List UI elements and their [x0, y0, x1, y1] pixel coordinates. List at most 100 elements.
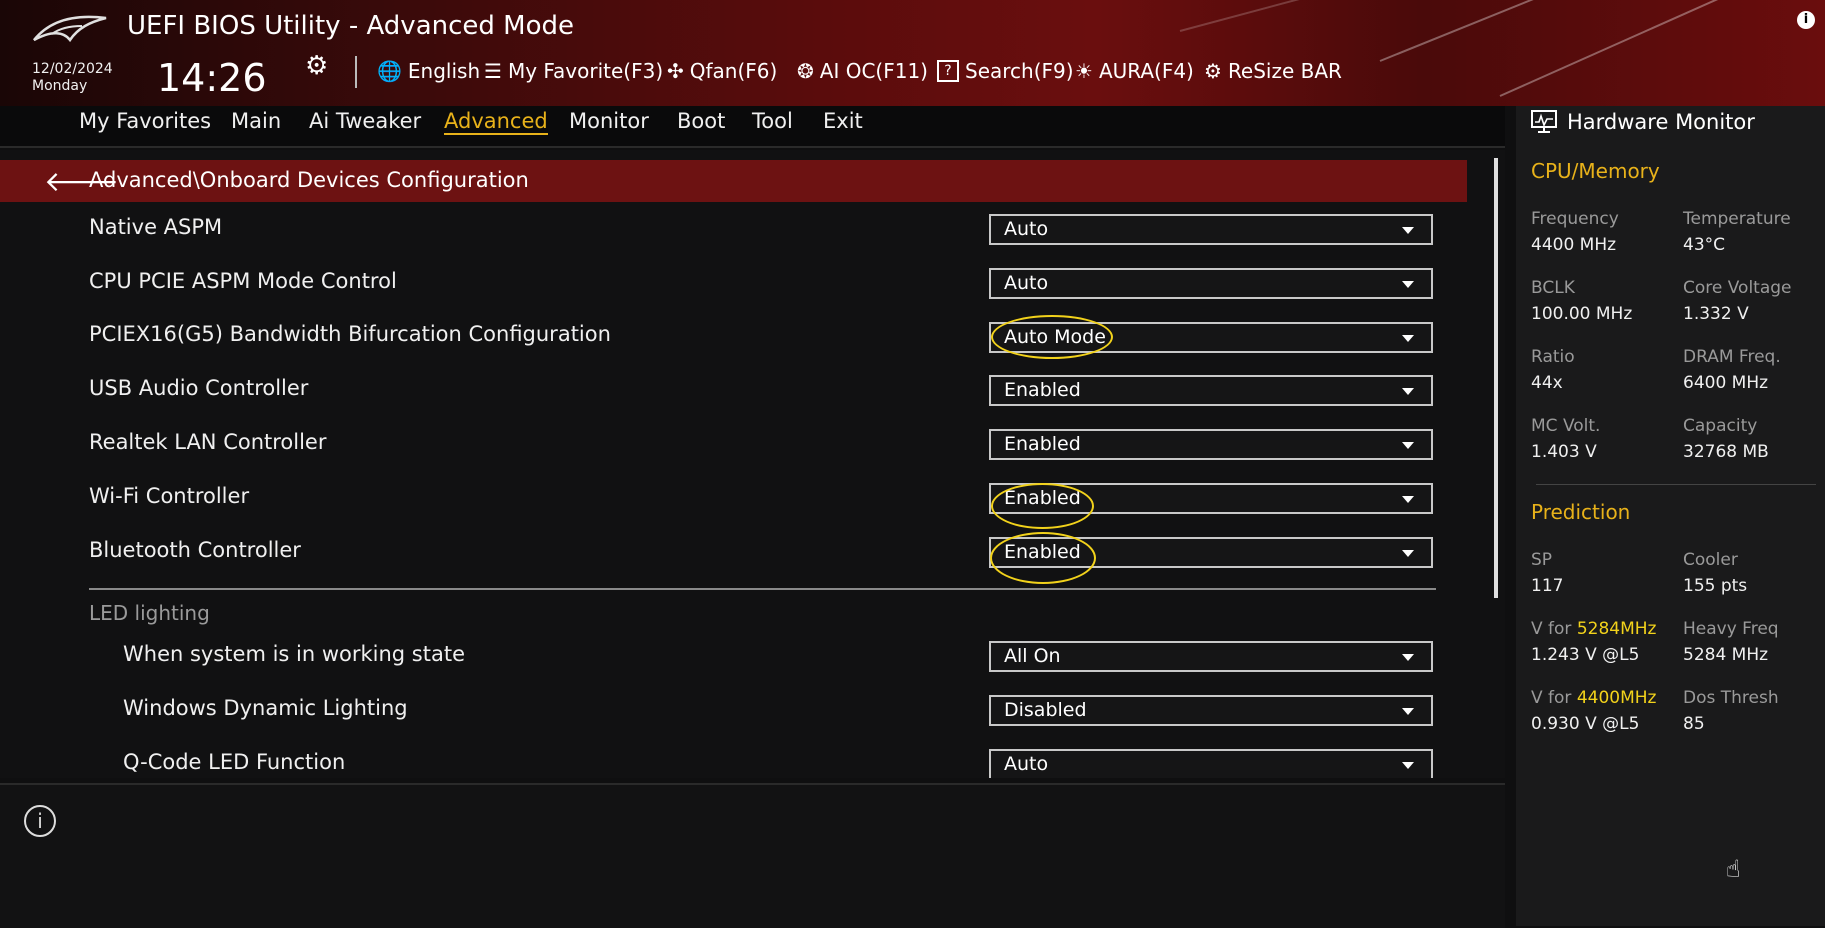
tab-advanced[interactable]: Advanced: [444, 109, 548, 135]
wifi-dropdown[interactable]: Enabled: [989, 483, 1433, 514]
ai-oc-label: AI OC(F11): [819, 59, 928, 83]
language-button[interactable]: 🌐 English: [377, 59, 480, 83]
dram-freq-label: DRAM Freq.: [1683, 347, 1781, 367]
scrollbar[interactable]: [1494, 158, 1498, 598]
setting-label-usb-audio: USB Audio Controller: [89, 376, 309, 400]
ai-oc-button[interactable]: ❂ AI OC(F11): [797, 59, 928, 83]
dropdown-value: Auto: [1004, 272, 1049, 294]
capacity-label: Capacity: [1683, 416, 1758, 436]
capacity-value: 32768 MB: [1683, 442, 1769, 462]
search-label: Search(F9): [965, 59, 1074, 83]
dynamic-lighting-dropdown[interactable]: Disabled: [989, 695, 1433, 726]
hardware-monitor-title: Hardware Monitor: [1567, 110, 1755, 134]
sp-label: SP: [1531, 550, 1553, 570]
chevron-down-icon: [1402, 550, 1414, 557]
v-for-freq1-label: V for 5284MHz: [1531, 619, 1656, 639]
title-bar: UEFI BIOS Utility - Advanced Mode 12/02/…: [0, 0, 1825, 106]
day-text: Monday: [32, 78, 88, 94]
aura-icon: ☀: [1075, 59, 1093, 83]
temperature-label: Temperature: [1683, 209, 1791, 229]
qfan-button[interactable]: ✣ Qfan(F6): [667, 59, 777, 83]
dropdown-value: Enabled: [1004, 487, 1081, 509]
core-voltage-value: 1.332 V: [1683, 304, 1749, 324]
led-section-title: LED lighting: [89, 601, 210, 625]
brain-icon: ❂: [797, 59, 814, 83]
chevron-down-icon: [1402, 708, 1414, 715]
qcode-led-dropdown[interactable]: Auto: [989, 749, 1433, 778]
tab-my-favorites[interactable]: My Favorites: [79, 109, 211, 133]
v-for-freq2-label: V for 4400MHz: [1531, 688, 1656, 708]
chevron-down-icon: [1402, 496, 1414, 503]
hardware-monitor-panel: Hardware Monitor CPU/Memory Frequency 44…: [1516, 106, 1825, 926]
resize-bar-button[interactable]: ⚙ ReSize BAR: [1204, 59, 1342, 83]
bclk-label: BCLK: [1531, 278, 1575, 298]
dropdown-value: All On: [1004, 645, 1061, 667]
native-aspm-dropdown[interactable]: Auto: [989, 214, 1433, 245]
prediction-title: Prediction: [1531, 500, 1631, 524]
gear-icon[interactable]: ⚙: [305, 51, 328, 81]
working-state-dropdown[interactable]: All On: [989, 641, 1433, 672]
setting-label-pciex16-bifurcation: PCIEX16(G5) Bandwidth Bifurcation Config…: [89, 322, 611, 346]
app-title: UEFI BIOS Utility - Advanced Mode: [127, 11, 575, 41]
pciex16-bifurcation-dropdown[interactable]: Auto Mode: [989, 322, 1433, 353]
tab-tool[interactable]: Tool: [752, 109, 793, 133]
cpu-pcie-aspm-dropdown[interactable]: Auto: [989, 268, 1433, 299]
clock: 14:26: [157, 56, 267, 100]
aura-button[interactable]: ☀ AURA(F4): [1075, 59, 1194, 83]
favorite-icon: ☰: [484, 59, 502, 83]
dram-freq-value: 6400 MHz: [1683, 373, 1769, 393]
resize-bar-label: ReSize BAR: [1227, 59, 1342, 83]
breadcrumb: 🡐 Advanced\Onboard Devices Configuration: [0, 160, 1467, 202]
search-help-icon: ?: [937, 60, 959, 82]
bluetooth-dropdown[interactable]: Enabled: [989, 537, 1433, 568]
frequency-value: 4400 MHz: [1531, 235, 1617, 255]
globe-icon: 🌐: [377, 59, 402, 83]
sp-value: 117: [1531, 576, 1564, 596]
temperature-value: 43°C: [1683, 235, 1726, 255]
tab-boot[interactable]: Boot: [677, 109, 725, 133]
tab-exit[interactable]: Exit: [823, 109, 863, 133]
search-button[interactable]: ? Search(F9): [937, 59, 1074, 83]
my-favorite-button[interactable]: ☰ My Favorite(F3): [484, 59, 663, 83]
realtek-lan-dropdown[interactable]: Enabled: [989, 429, 1433, 460]
chevron-down-icon: [1402, 762, 1414, 769]
dos-thresh-label: Dos Thresh: [1683, 688, 1779, 708]
hand-cursor-icon: ☝: [1726, 855, 1741, 883]
setting-label-wifi: Wi-Fi Controller: [89, 484, 250, 508]
hardware-monitor-header: Hardware Monitor: [1531, 110, 1755, 134]
mc-volt-value: 1.403 V: [1531, 442, 1597, 462]
v-prefix: V for: [1531, 688, 1577, 708]
section-divider: [89, 588, 1436, 590]
aura-label: AURA(F4): [1098, 59, 1194, 83]
dropdown-value: Auto: [1004, 218, 1049, 240]
usb-audio-dropdown[interactable]: Enabled: [989, 375, 1433, 406]
fan-icon: ✣: [667, 59, 684, 83]
settings-panel: 🡐 Advanced\Onboard Devices Configuration…: [0, 150, 1505, 778]
info-circle-icon: i: [24, 805, 56, 837]
main-tab-bar: My Favorites Main Ai Tweaker Advanced Mo…: [0, 106, 1505, 148]
rog-logo: [33, 15, 107, 43]
dropdown-value: Enabled: [1004, 379, 1081, 401]
v-freq-highlight: 4400MHz: [1576, 688, 1657, 708]
tab-monitor[interactable]: Monitor: [569, 109, 649, 133]
chevron-down-icon: [1402, 335, 1414, 342]
tab-ai-tweaker[interactable]: Ai Tweaker: [309, 109, 421, 133]
qfan-label: Qfan(F6): [689, 59, 778, 83]
core-voltage-label: Core Voltage: [1683, 278, 1792, 298]
monitor-icon: [1531, 110, 1557, 133]
v-for-freq1-value: 1.243 V @L5: [1531, 645, 1640, 665]
date-text: 12/02/2024: [32, 61, 113, 77]
breadcrumb-text: Advanced\Onboard Devices Configuration: [89, 168, 529, 192]
help-panel: i: [0, 783, 1505, 928]
setting-label-bluetooth: Bluetooth Controller: [89, 538, 301, 562]
setting-label-native-aspm: Native ASPM: [89, 215, 223, 239]
info-icon[interactable]: i: [1797, 11, 1815, 29]
cooler-value: 155 pts: [1683, 576, 1748, 596]
tab-main[interactable]: Main: [231, 109, 281, 133]
resize-bar-icon: ⚙: [1204, 59, 1222, 83]
language-label: English: [407, 59, 481, 83]
bclk-value: 100.00 MHz: [1531, 304, 1633, 324]
heavy-freq-label: Heavy Freq: [1683, 619, 1779, 639]
cooler-label: Cooler: [1683, 550, 1738, 570]
dropdown-value: Enabled: [1004, 433, 1081, 455]
